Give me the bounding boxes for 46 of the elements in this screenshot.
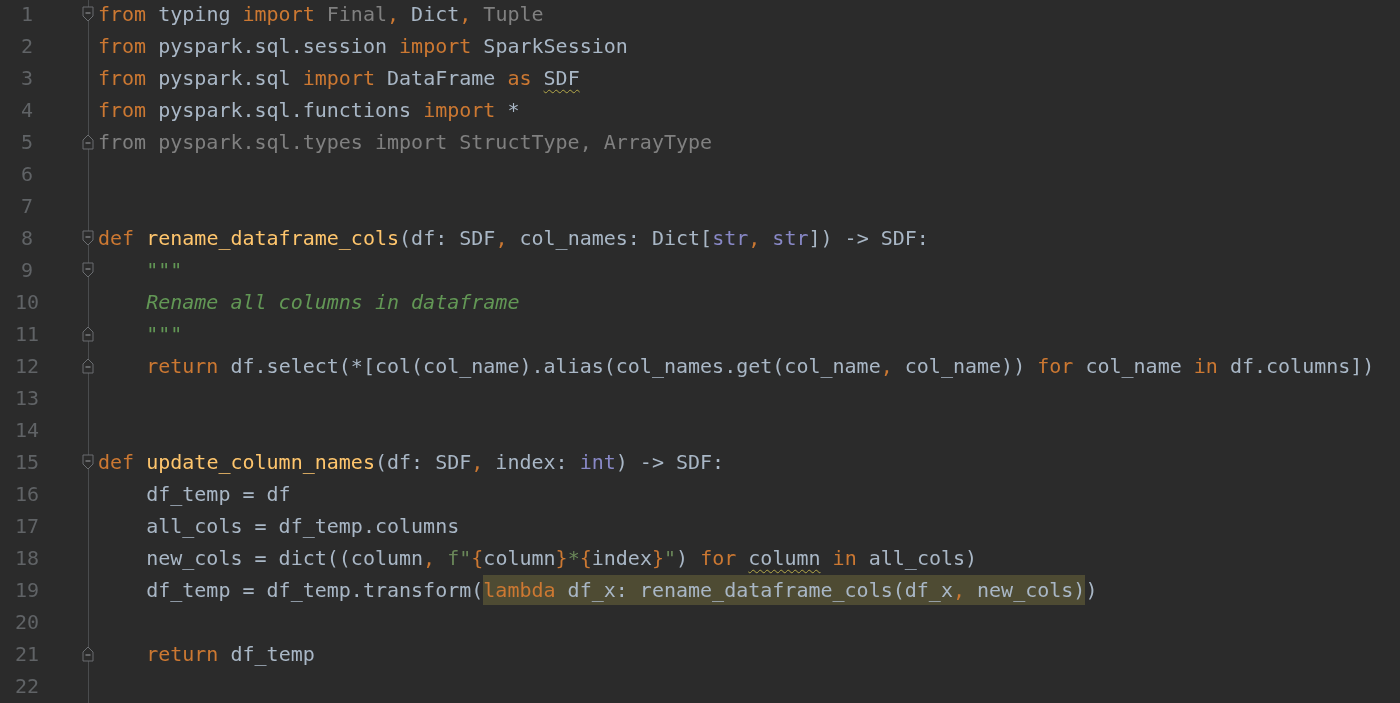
- code-line: new_cols = dict((column, f"{column}*{index}") for column in all_cols): [145, 546, 978, 570]
- fold-collapse-icon[interactable]: [82, 262, 94, 278]
- line-number: 18: [13, 546, 41, 570]
- code-line: Rename all columns in dataframe: [145, 290, 520, 314]
- line-number: 15: [13, 450, 41, 474]
- line-number: 5: [19, 130, 34, 154]
- line-number: 8: [19, 226, 34, 250]
- line-number: 22: [13, 674, 41, 698]
- fold-collapse-icon[interactable]: [82, 454, 94, 470]
- code-line: df_temp = df: [145, 482, 291, 506]
- line-number: 9: [19, 258, 34, 282]
- line-number: 1: [19, 2, 34, 26]
- fold-collapse-icon[interactable]: [82, 230, 94, 246]
- fold-end-icon[interactable]: [82, 358, 94, 374]
- code-line: from pyspark.sql.functions import *: [98, 98, 520, 122]
- code-line: from pyspark.sql.session import SparkSession: [98, 34, 628, 58]
- code-line: def rename_dataframe_cols(df: SDF, col_names: Dict[str, str]) -> SDF:: [98, 226, 929, 250]
- code-line: """: [145, 322, 183, 346]
- code-line: from typing import Final, Dict, Tuple: [98, 2, 544, 26]
- code-line: all_cols = df_temp.columns: [145, 514, 460, 538]
- line-number: 20: [13, 610, 41, 634]
- line-number: 17: [13, 514, 41, 538]
- fold-end-icon[interactable]: [82, 646, 94, 662]
- fold-end-icon[interactable]: [82, 134, 94, 150]
- code-line: """: [145, 258, 183, 282]
- line-number: 3: [19, 66, 34, 90]
- line-number: 11: [13, 322, 41, 346]
- line-number: 21: [13, 642, 41, 666]
- fold-end-icon[interactable]: [82, 326, 94, 342]
- code-line: return df.select(*[col(col_name).alias(col_names.get(col_name, col_name)) for col_name in df.columns]): [145, 354, 1375, 378]
- code-line: return df_temp: [145, 642, 315, 666]
- line-number: 13: [13, 386, 41, 410]
- line-number: 14: [13, 418, 41, 442]
- line-number: 10: [13, 290, 41, 314]
- line-number: 16: [13, 482, 41, 506]
- line-number: 2: [19, 34, 34, 58]
- line-number: 6: [19, 162, 34, 186]
- line-number: 4: [19, 98, 34, 122]
- fold-collapse-icon[interactable]: [82, 6, 94, 22]
- line-number: 19: [13, 578, 41, 602]
- code-line: from pyspark.sql import DataFrame as SDF: [98, 66, 580, 90]
- code-line: from pyspark.sql.types import StructType, ArrayType: [98, 130, 713, 154]
- line-number: 7: [19, 194, 34, 218]
- line-number: 12: [13, 354, 41, 378]
- code-line: df_temp = df_temp.transform(lambda df_x: rename_dataframe_cols(df_x, new_cols)): [98, 578, 1098, 602]
- code-line: def update_column_names(df: SDF, index: int) -> SDF:: [98, 450, 725, 474]
